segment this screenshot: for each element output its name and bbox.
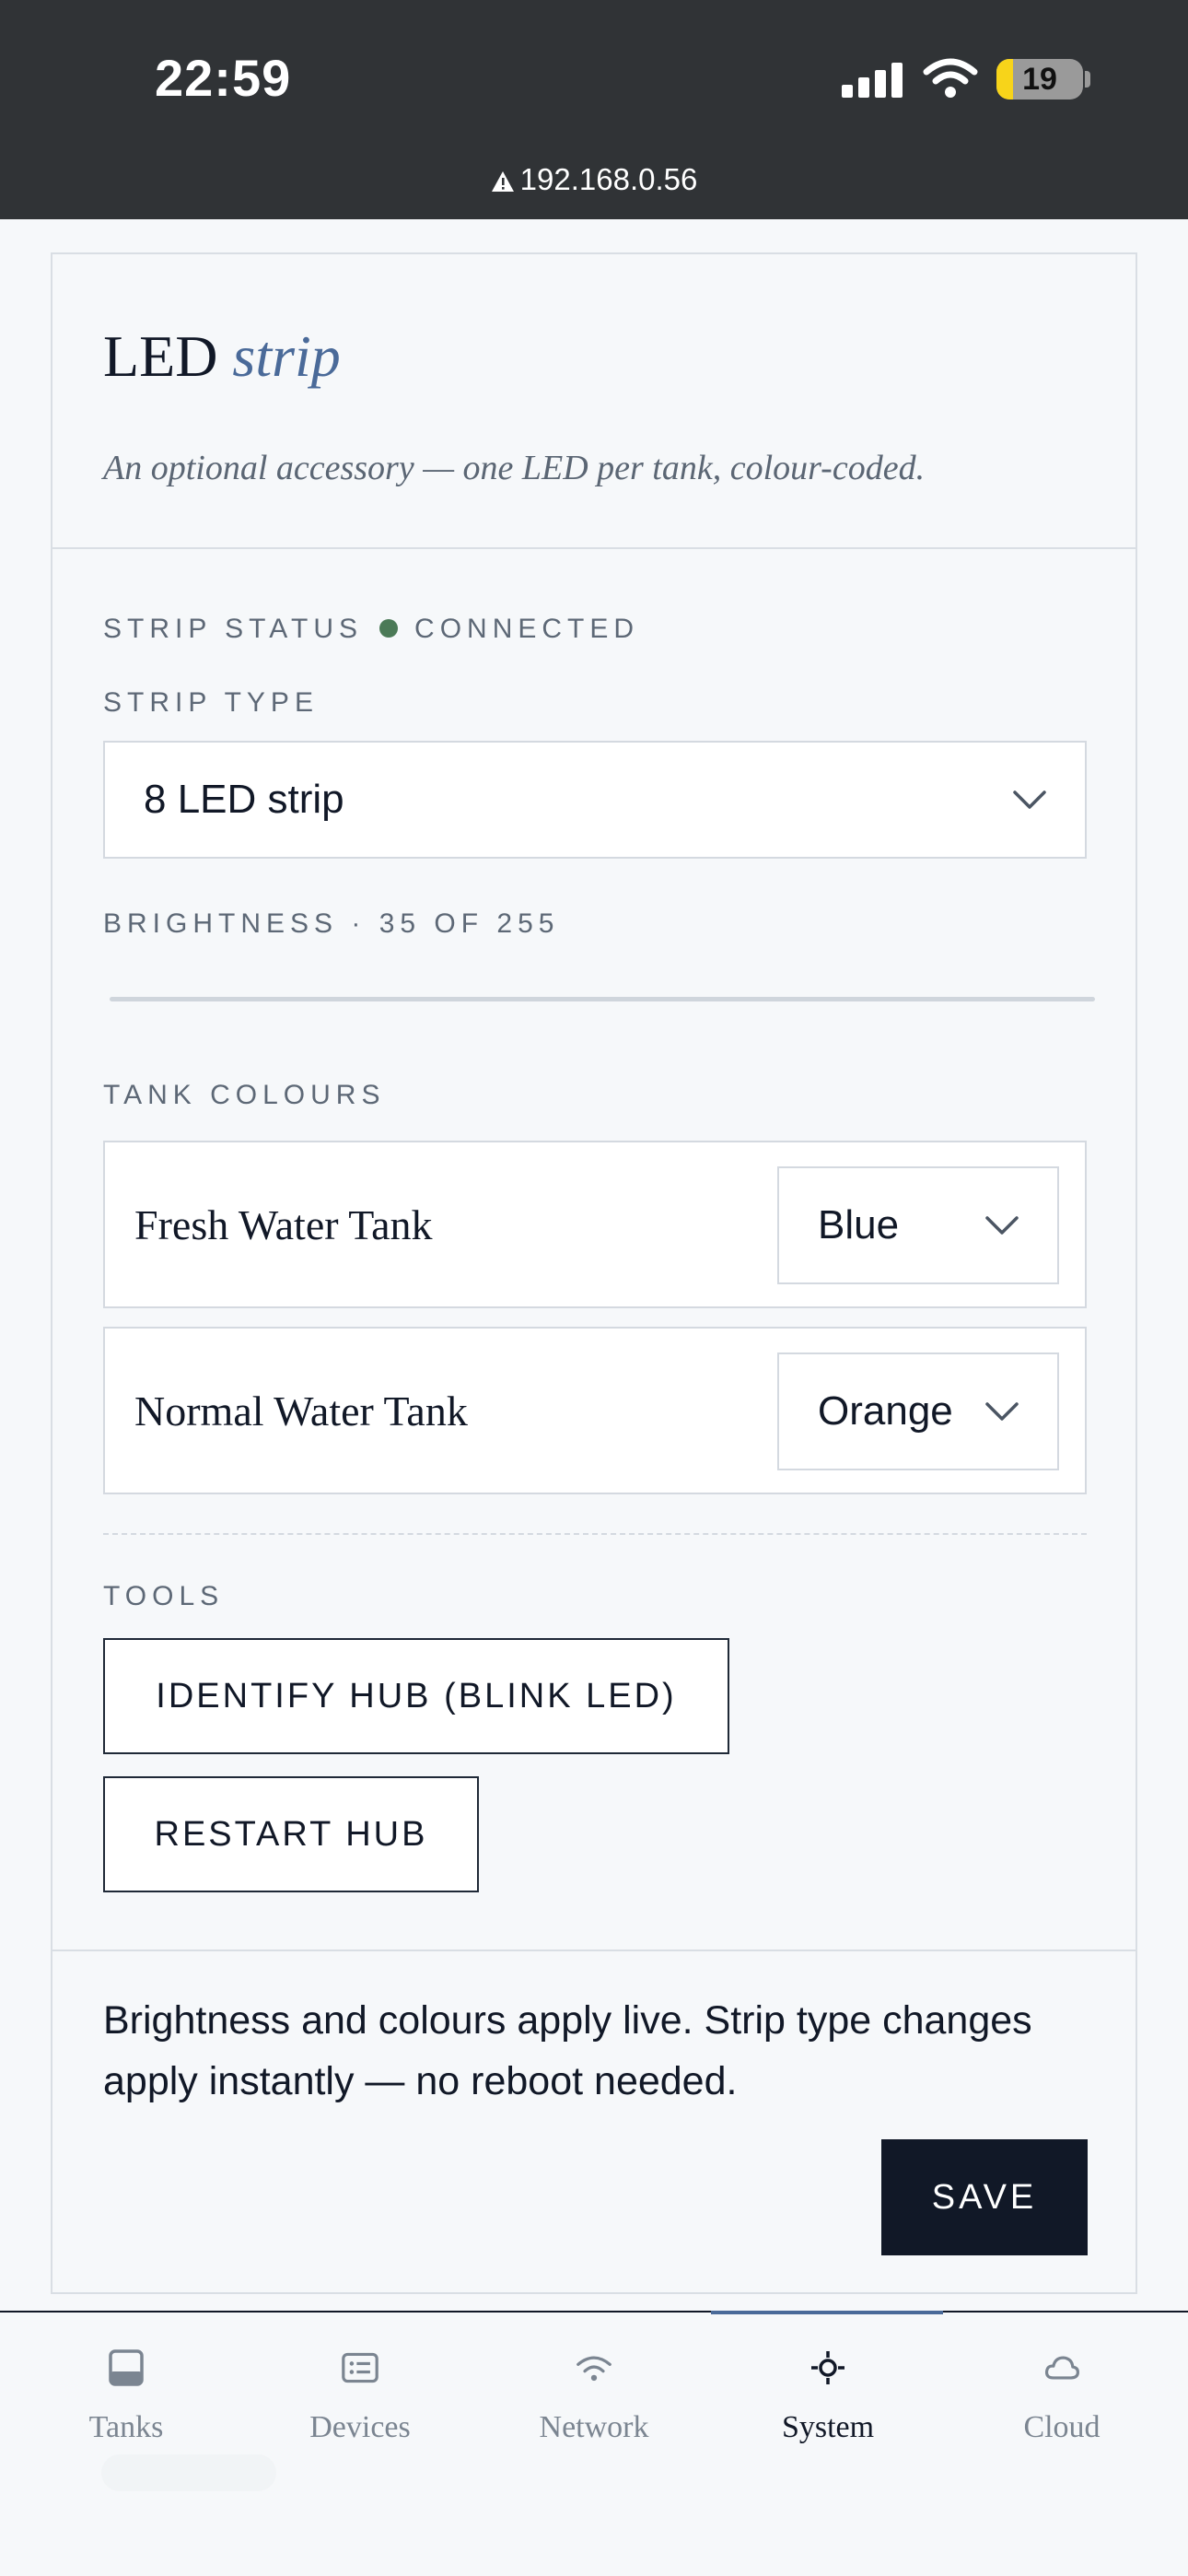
- battery-nub: [1085, 71, 1090, 88]
- wifi-icon: [923, 58, 978, 98]
- url-text: 192.168.0.56: [519, 162, 698, 196]
- warning-icon: [491, 171, 514, 193]
- signal-icon: [842, 63, 903, 98]
- strip-status: STRIP STATUS CONNECTED: [103, 614, 639, 645]
- clock: 22:59: [155, 49, 292, 107]
- tab-cloud[interactable]: Cloud: [943, 2313, 1181, 2460]
- tab-label: Devices: [309, 2410, 411, 2444]
- save-button[interactable]: SAVE: [881, 2139, 1088, 2255]
- tank-name: Fresh Water Tank: [134, 1200, 433, 1248]
- strip-type-value: 8 LED strip: [144, 777, 344, 822]
- home-indicator: [101, 2454, 276, 2491]
- title-emphasis: strip: [232, 323, 341, 389]
- footer-note: Brightness and colours apply live. Strip…: [103, 1998, 1032, 2103]
- page-title: LED strip: [103, 322, 341, 391]
- restart-hub-button[interactable]: RESTART HUB: [103, 1776, 479, 1892]
- wifi-icon: [577, 2356, 611, 2382]
- strip-status-label: STRIP STATUS: [103, 614, 364, 644]
- tab-tanks[interactable]: Tanks: [7, 2313, 245, 2460]
- tab-label: Network: [539, 2410, 649, 2444]
- chevron-down-icon: [985, 1216, 1019, 1235]
- tab-label: System: [781, 2410, 875, 2444]
- chevron-down-icon: [1013, 790, 1046, 809]
- identify-hub-button[interactable]: IDENTIFY HUB (BLINK LED): [103, 1638, 729, 1754]
- cloud-icon: [1044, 2356, 1079, 2380]
- strip-type-label: STRIP TYPE: [103, 687, 319, 718]
- status-dot-icon: [379, 619, 399, 638]
- devices-icon: [342, 2352, 379, 2383]
- card-header: LED strip An optional accessory — one LE…: [52, 254, 1136, 549]
- crosshair-icon: [811, 2351, 844, 2384]
- tank-colour-select[interactable]: Blue: [777, 1166, 1059, 1284]
- tab-system[interactable]: System: [709, 2313, 947, 2460]
- tab-devices[interactable]: Devices: [241, 2313, 479, 2460]
- tank-colour-select[interactable]: Orange: [777, 1352, 1059, 1470]
- led-strip-card: LED strip An optional accessory — one LE…: [51, 252, 1137, 2294]
- tank-colours-label: TANK COLOURS: [103, 1080, 386, 1110]
- battery-icon: 19: [996, 59, 1083, 100]
- strip-status-value: CONNECTED: [414, 614, 640, 644]
- chevron-down-icon: [985, 1402, 1019, 1421]
- divider: [103, 1533, 1087, 1535]
- tab-network[interactable]: Network: [475, 2313, 713, 2460]
- card-footer-divider: [52, 1950, 1136, 1951]
- subtitle: An optional accessory — one LED per tank…: [103, 449, 926, 487]
- battery-level: 19: [1022, 62, 1057, 97]
- tab-label: Tanks: [88, 2410, 164, 2444]
- active-tab-indicator: [711, 2311, 943, 2314]
- brightness-label: BRIGHTNESS · 35 OF 255: [103, 908, 560, 939]
- tank-colour-value: Blue: [818, 1202, 900, 1247]
- tank-colour-row: Fresh Water Tank Blue: [103, 1141, 1087, 1308]
- address-bar[interactable]: 192.168.0.56: [0, 162, 1188, 197]
- tab-bar: Tanks Devices Network System Cloud: [0, 2311, 1188, 2576]
- tank-icon: [109, 2349, 144, 2386]
- strip-type-select[interactable]: 8 LED strip: [103, 741, 1087, 859]
- brightness-slider-track[interactable]: [110, 997, 1095, 1001]
- status-bar: 22:59 19 192.168.0.56: [0, 0, 1188, 219]
- tank-colour-row: Normal Water Tank Orange: [103, 1327, 1087, 1494]
- title-main: LED: [103, 323, 218, 389]
- tank-name: Normal Water Tank: [134, 1387, 468, 1434]
- tab-label: Cloud: [1023, 2410, 1101, 2444]
- tank-colour-value: Orange: [818, 1388, 953, 1434]
- tools-label: TOOLS: [103, 1581, 225, 1611]
